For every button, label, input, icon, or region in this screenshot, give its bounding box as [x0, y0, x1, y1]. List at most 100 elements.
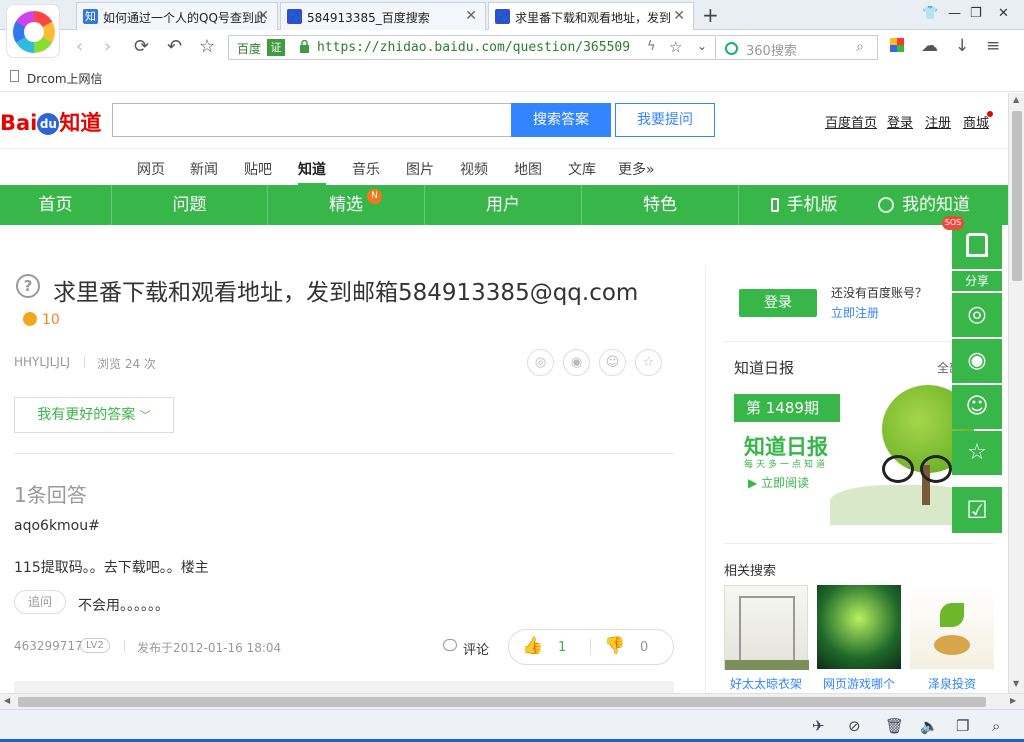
sound-icon[interactable]: 🔈 — [920, 717, 939, 735]
daily-title: 知道日报 — [734, 359, 795, 377]
browser-tab-3-active[interactable]: 🐾 求里番下载和观看地址，发到 ✕ — [488, 2, 694, 31]
zoom-icon[interactable]: ⌕ — [992, 717, 1000, 735]
vertical-scroll-thumb[interactable] — [1012, 111, 1022, 281]
nav-users[interactable]: 用户 — [425, 185, 582, 225]
bookmark-drcom[interactable]: Drcom上网信 — [27, 70, 103, 87]
ask-question-button[interactable]: 我要提问 — [615, 103, 715, 137]
horizontal-scroll-thumb[interactable] — [18, 697, 986, 707]
qq-share-icon[interactable]: ☺ — [599, 349, 626, 376]
favorite-star-icon[interactable]: ☆ — [635, 349, 662, 376]
related-thumb-web-game[interactable] — [817, 585, 901, 669]
question-search-input[interactable] — [112, 103, 512, 137]
trash-icon[interactable]: 🗑 — [885, 717, 904, 735]
360-search-box[interactable]: 360搜索 ⌕ — [716, 35, 878, 60]
speed-icon[interactable]: ⊘ — [848, 717, 861, 735]
thumbs-down-icon[interactable]: 👎 — [604, 636, 625, 656]
forward-icon[interactable]: › — [104, 36, 111, 57]
asker-name[interactable]: HHYLJLJLJ — [14, 355, 70, 369]
cat-map[interactable]: 地图 — [514, 159, 542, 179]
nav-featured[interactable]: 精选 — [268, 185, 425, 225]
related-thumb-drying-rack[interactable] — [724, 585, 809, 670]
mall-link[interactable]: 商城 — [963, 112, 989, 131]
close-window-button[interactable]: ✕ — [998, 6, 1009, 21]
maximize-button[interactable]: ❐ — [970, 6, 982, 21]
360-browser-logo-icon[interactable] — [6, 4, 60, 58]
search-answer-button[interactable]: 搜索答案 — [511, 103, 611, 137]
related-caption-1[interactable]: 好太太晾衣架 — [724, 675, 808, 692]
cat-music[interactable]: 音乐 — [352, 159, 380, 179]
chevron-down-icon: ﹀ — [139, 409, 151, 422]
better-answer-button[interactable]: 我有更好的答案 ﹀ — [14, 397, 174, 433]
share-label: 分享 — [952, 271, 1002, 291]
wechat-float-icon[interactable]: ◎ — [952, 293, 1002, 337]
cat-tieba[interactable]: 贴吧 — [244, 159, 272, 179]
apps-grid-icon[interactable] — [890, 38, 904, 52]
qzone-star-float-icon[interactable]: ☆ — [952, 431, 1002, 475]
register-now-link[interactable]: 立即注册 — [831, 304, 879, 321]
new-tab-button[interactable]: + — [702, 3, 719, 27]
bookmark-star-icon[interactable]: ☆ — [669, 38, 682, 56]
baidu-zhidao-logo[interactable]: Bai du 知道 — [0, 107, 101, 137]
cat-more[interactable]: 更多» — [618, 159, 655, 179]
cat-images[interactable]: 图片 — [406, 159, 434, 179]
related-thumb-investment[interactable] — [910, 585, 994, 669]
close-tab-icon[interactable]: ✕ — [257, 8, 269, 24]
nav-mobile[interactable]: 手机版 — [739, 185, 869, 225]
url-text[interactable]: https://zhidao.baidu.com/question/365509 — [317, 40, 647, 55]
weibo-float-icon[interactable]: ◉ — [952, 339, 1002, 383]
favorite-star-icon[interactable]: ☆ — [199, 36, 215, 57]
browser-tab-2[interactable]: 🐾 584913385_百度搜索 ✕ — [280, 2, 486, 30]
rocket-icon[interactable]: ✈ — [812, 717, 825, 735]
nav-home[interactable]: 首页 — [0, 185, 112, 225]
undo-close-icon[interactable]: ↶ — [167, 36, 182, 57]
cat-wenku[interactable]: 文库 — [568, 159, 596, 179]
cat-video[interactable]: 视频 — [460, 159, 488, 179]
lightning-icon[interactable]: ϟ — [647, 39, 656, 54]
search-icon[interactable]: ⌕ — [856, 39, 864, 55]
answer-user-line: aqo6kmou# — [14, 518, 100, 534]
comment-link[interactable]: 评论 — [463, 639, 489, 658]
qq-float-icon[interactable]: ☺ — [952, 385, 1002, 429]
scroll-left-icon[interactable]: ◀ — [4, 696, 10, 705]
help-person-button[interactable] — [952, 223, 1002, 269]
login-button[interactable]: 登录 — [739, 289, 817, 317]
weibo-share-icon[interactable]: ◉ — [563, 349, 590, 376]
read-now-link[interactable]: ▶ 立即阅读 — [748, 474, 809, 491]
cat-zhidao[interactable]: 知道 — [298, 159, 326, 186]
cert-badge[interactable]: 证 — [267, 39, 285, 56]
no-account-text: 还没有百度账号？ — [831, 286, 928, 300]
scroll-right-icon[interactable]: ▶ — [1010, 696, 1016, 705]
cat-web[interactable]: 网页 — [137, 159, 165, 179]
download-icon[interactable]: ↓ — [955, 36, 969, 56]
cat-news[interactable]: 新闻 — [190, 159, 218, 179]
browser-tab-1[interactable]: 知 如何通过一个人的QQ号查到此 ✕ — [76, 2, 278, 30]
window-icon[interactable]: ❐ — [956, 717, 969, 735]
menu-icon[interactable]: ≡ — [986, 36, 1000, 56]
baidu-home-link[interactable]: 百度首页 — [825, 112, 877, 131]
skin-icon[interactable]: 👕 — [922, 6, 938, 21]
back-icon[interactable]: ‹ — [76, 36, 83, 57]
horizontal-scrollbar[interactable]: ◀ ▶ — [0, 693, 1024, 709]
register-link[interactable]: 注册 — [925, 112, 951, 131]
close-tab-icon[interactable]: ✕ — [465, 8, 477, 24]
address-bar[interactable]: 百度 证 https://zhidao.baidu.com/question/3… — [228, 35, 716, 60]
related-caption-3[interactable]: 泽泉投资 — [910, 675, 994, 692]
wechat-share-icon[interactable]: ◎ — [527, 349, 554, 376]
tab-strip: 知 如何通过一个人的QQ号查到此 ✕ 🐾 584913385_百度搜索 ✕ 🐾 … — [0, 0, 1024, 31]
clipboard-check-icon[interactable]: ☑ — [952, 487, 1002, 533]
minimize-button[interactable]: — — [948, 6, 961, 21]
comment-icon[interactable] — [443, 639, 457, 651]
cloud-icon[interactable]: ☁ — [921, 36, 938, 56]
scroll-up-icon[interactable]: ▲ — [1013, 95, 1019, 104]
dropdown-chevron-icon[interactable]: ⌄ — [697, 39, 707, 53]
answerer-name[interactable]: 463299717 — [14, 639, 83, 653]
refresh-icon[interactable]: ⟳ — [134, 36, 149, 57]
scroll-down-icon[interactable]: ▼ — [1013, 679, 1019, 688]
close-tab-icon[interactable]: ✕ — [673, 8, 685, 24]
vertical-scrollbar[interactable]: ▲ ▼ — [1008, 93, 1024, 693]
thumbs-up-icon[interactable]: 👍 — [522, 636, 543, 656]
related-caption-2[interactable]: 网页游戏哪个 — [817, 675, 901, 692]
nav-special[interactable]: 特色 — [582, 185, 739, 225]
login-link[interactable]: 登录 — [887, 112, 913, 131]
nav-questions[interactable]: 问题 — [112, 185, 268, 225]
